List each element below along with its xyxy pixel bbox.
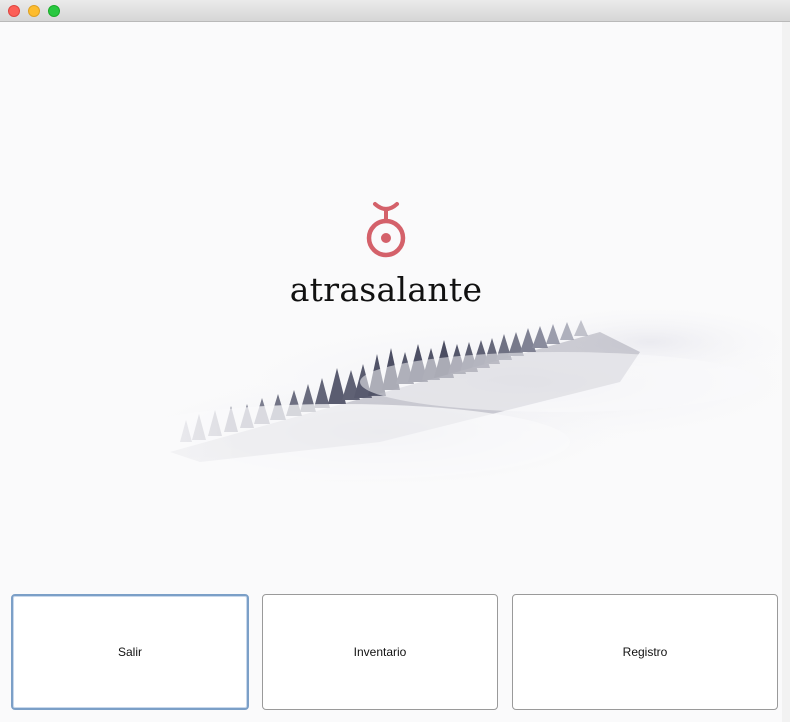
main-content: atrasalante Salir Inventario Registro <box>0 22 790 722</box>
unicycle-logo-icon <box>366 202 406 258</box>
salir-button[interactable]: Salir <box>11 594 249 710</box>
minimize-window-button[interactable] <box>28 5 40 17</box>
inventario-button[interactable]: Inventario <box>262 594 498 710</box>
window-edge <box>782 22 790 722</box>
title-bar <box>0 0 790 22</box>
app-window: atrasalante Salir Inventario Registro <box>0 0 790 722</box>
registro-button[interactable]: Registro <box>512 594 778 710</box>
brand-name: atrasalante <box>289 270 483 309</box>
close-window-button[interactable] <box>8 5 20 17</box>
zoom-window-button[interactable] <box>48 5 60 17</box>
